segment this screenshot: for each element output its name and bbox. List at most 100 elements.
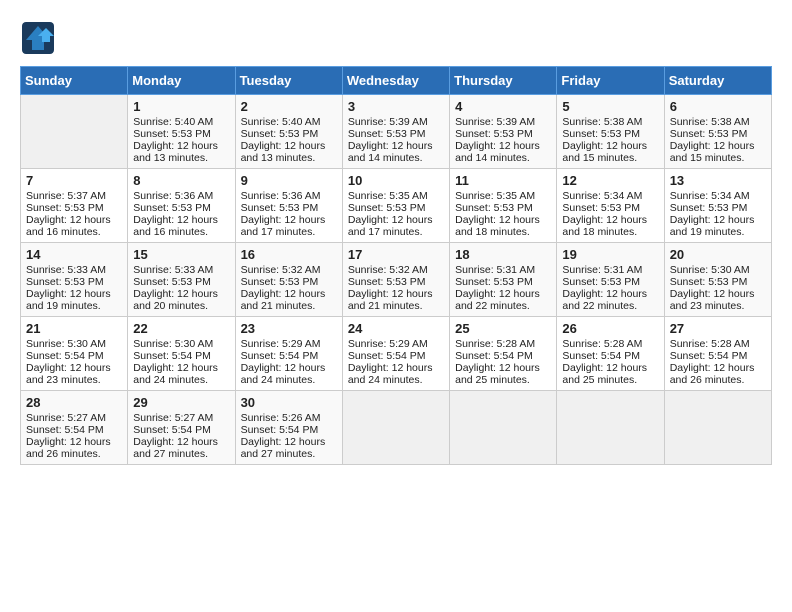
daylight-text: Daylight: 12 hours and 25 minutes. [455,362,540,386]
day-number: 17 [348,247,444,262]
sunset-text: Sunset: 5:53 PM [562,128,640,140]
sunset-text: Sunset: 5:54 PM [348,350,426,362]
calendar-cell: 3Sunrise: 5:39 AMSunset: 5:53 PMDaylight… [342,95,449,169]
calendar-cell [557,391,664,465]
day-number: 6 [670,99,766,114]
daylight-text: Daylight: 12 hours and 24 minutes. [348,362,433,386]
sunrise-text: Sunrise: 5:36 AM [133,190,213,202]
day-number: 28 [26,395,122,410]
sunset-text: Sunset: 5:53 PM [562,202,640,214]
calendar-week-row: 1Sunrise: 5:40 AMSunset: 5:53 PMDaylight… [21,95,772,169]
sunrise-text: Sunrise: 5:30 AM [670,264,750,276]
sunset-text: Sunset: 5:53 PM [26,202,104,214]
sunset-text: Sunset: 5:54 PM [670,350,748,362]
sunset-text: Sunset: 5:53 PM [348,276,426,288]
day-number: 27 [670,321,766,336]
header [20,20,772,56]
sunset-text: Sunset: 5:53 PM [348,202,426,214]
day-number: 23 [241,321,337,336]
sunrise-text: Sunrise: 5:31 AM [455,264,535,276]
calendar-cell: 30Sunrise: 5:26 AMSunset: 5:54 PMDayligh… [235,391,342,465]
calendar-cell: 26Sunrise: 5:28 AMSunset: 5:54 PMDayligh… [557,317,664,391]
logo [20,20,62,56]
calendar-cell: 21Sunrise: 5:30 AMSunset: 5:54 PMDayligh… [21,317,128,391]
calendar-cell: 25 Sunrise: 5:28 AMSunset: 5:54 PMDayligh… [450,317,557,391]
calendar-cell: 1Sunrise: 5:40 AMSunset: 5:53 PMDaylight… [128,95,235,169]
day-number: 29 [133,395,229,410]
sunrise-text: Sunrise: 5:36 AM [241,190,321,202]
calendar-header-row: SundayMondayTuesdayWednesdayThursdayFrid… [21,67,772,95]
day-number: 22 [133,321,229,336]
sunset-text: Sunset: 5:53 PM [670,276,748,288]
day-number: 5 [562,99,658,114]
calendar-cell [21,95,128,169]
sunset-text: Sunset: 5:53 PM [670,128,748,140]
daylight-text: Daylight: 12 hours and 15 minutes. [562,140,647,164]
sunrise-text: Sunrise: 5:38 AM [670,116,750,128]
calendar-cell: 12Sunrise: 5:34 AMSunset: 5:53 PMDayligh… [557,169,664,243]
calendar-cell [664,391,771,465]
sunset-text: Sunset: 5:53 PM [241,128,319,140]
daylight-text: Daylight: 12 hours and 14 minutes. [455,140,540,164]
day-number: 21 [26,321,122,336]
daylight-text: Daylight: 12 hours and 18 minutes. [455,214,540,238]
day-number: 18 [455,247,551,262]
calendar-cell: 4Sunrise: 5:39 AMSunset: 5:53 PMDaylight… [450,95,557,169]
daylight-text: Daylight: 12 hours and 13 minutes. [133,140,218,164]
daylight-text: Daylight: 12 hours and 26 minutes. [670,362,755,386]
sunrise-text: Sunrise: 5:34 AM [562,190,642,202]
calendar-week-row: 7Sunrise: 5:37 AMSunset: 5:53 PMDaylight… [21,169,772,243]
calendar-cell: 6Sunrise: 5:38 AMSunset: 5:53 PMDaylight… [664,95,771,169]
calendar-cell: 11Sunrise: 5:35 AMSunset: 5:53 PMDayligh… [450,169,557,243]
sunrise-text: Sunrise: 5:30 AM [26,338,106,350]
sunrise-text: Sunrise: 5:30 AM [133,338,213,350]
daylight-text: Daylight: 12 hours and 24 minutes. [133,362,218,386]
calendar-cell: 27Sunrise: 5:28 AMSunset: 5:54 PMDayligh… [664,317,771,391]
weekday-header-tuesday: Tuesday [235,67,342,95]
sunrise-text: Sunrise: 5:29 AM [348,338,428,350]
day-number: 11 [455,173,551,188]
sunset-text: Sunset: 5:53 PM [348,128,426,140]
calendar-cell: 24Sunrise: 5:29 AMSunset: 5:54 PMDayligh… [342,317,449,391]
day-number: 15 [133,247,229,262]
day-number: 10 [348,173,444,188]
day-number: 2 [241,99,337,114]
daylight-text: Daylight: 12 hours and 24 minutes. [241,362,326,386]
sunrise-text: Sunrise: 5:35 AM [455,190,535,202]
logo-icon [20,20,56,56]
sunrise-text: Sunrise: 5:35 AM [348,190,428,202]
day-number: 16 [241,247,337,262]
calendar-week-row: 14Sunrise: 5:33 AMSunset: 5:53 PMDayligh… [21,243,772,317]
calendar-cell: 8Sunrise: 5:36 AMSunset: 5:53 PMDaylight… [128,169,235,243]
sunrise-text: Sunrise: 5:31 AM [562,264,642,276]
sunrise-text: Sunrise: 5:28 AM [455,338,535,350]
daylight-text: Daylight: 12 hours and 17 minutes. [348,214,433,238]
day-number: 19 [562,247,658,262]
daylight-text: Daylight: 12 hours and 22 minutes. [455,288,540,312]
sunset-text: Sunset: 5:53 PM [133,202,211,214]
sunset-text: Sunset: 5:54 PM [455,350,533,362]
daylight-text: Daylight: 12 hours and 19 minutes. [26,288,111,312]
sunset-text: Sunset: 5:53 PM [241,276,319,288]
weekday-header-sunday: Sunday [21,67,128,95]
sunset-text: Sunset: 5:53 PM [455,276,533,288]
sunrise-text: Sunrise: 5:29 AM [241,338,321,350]
calendar-cell: 28Sunrise: 5:27 AMSunset: 5:54 PMDayligh… [21,391,128,465]
day-number: 20 [670,247,766,262]
sunset-text: Sunset: 5:53 PM [133,276,211,288]
day-number: 26 [562,321,658,336]
day-number: 25 [455,321,551,336]
calendar-cell: 10 Sunrise: 5:35 AMSunset: 5:53 PMDayligh… [342,169,449,243]
sunrise-text: Sunrise: 5:27 AM [26,412,106,424]
sunset-text: Sunset: 5:54 PM [133,350,211,362]
day-number: 13 [670,173,766,188]
weekday-header-wednesday: Wednesday [342,67,449,95]
day-number: 1 [133,99,229,114]
day-number: 14 [26,247,122,262]
sunset-text: Sunset: 5:53 PM [241,202,319,214]
sunrise-text: Sunrise: 5:39 AM [455,116,535,128]
sunrise-text: Sunrise: 5:32 AM [241,264,321,276]
day-number: 4 [455,99,551,114]
daylight-text: Daylight: 12 hours and 19 minutes. [670,214,755,238]
day-number: 9 [241,173,337,188]
